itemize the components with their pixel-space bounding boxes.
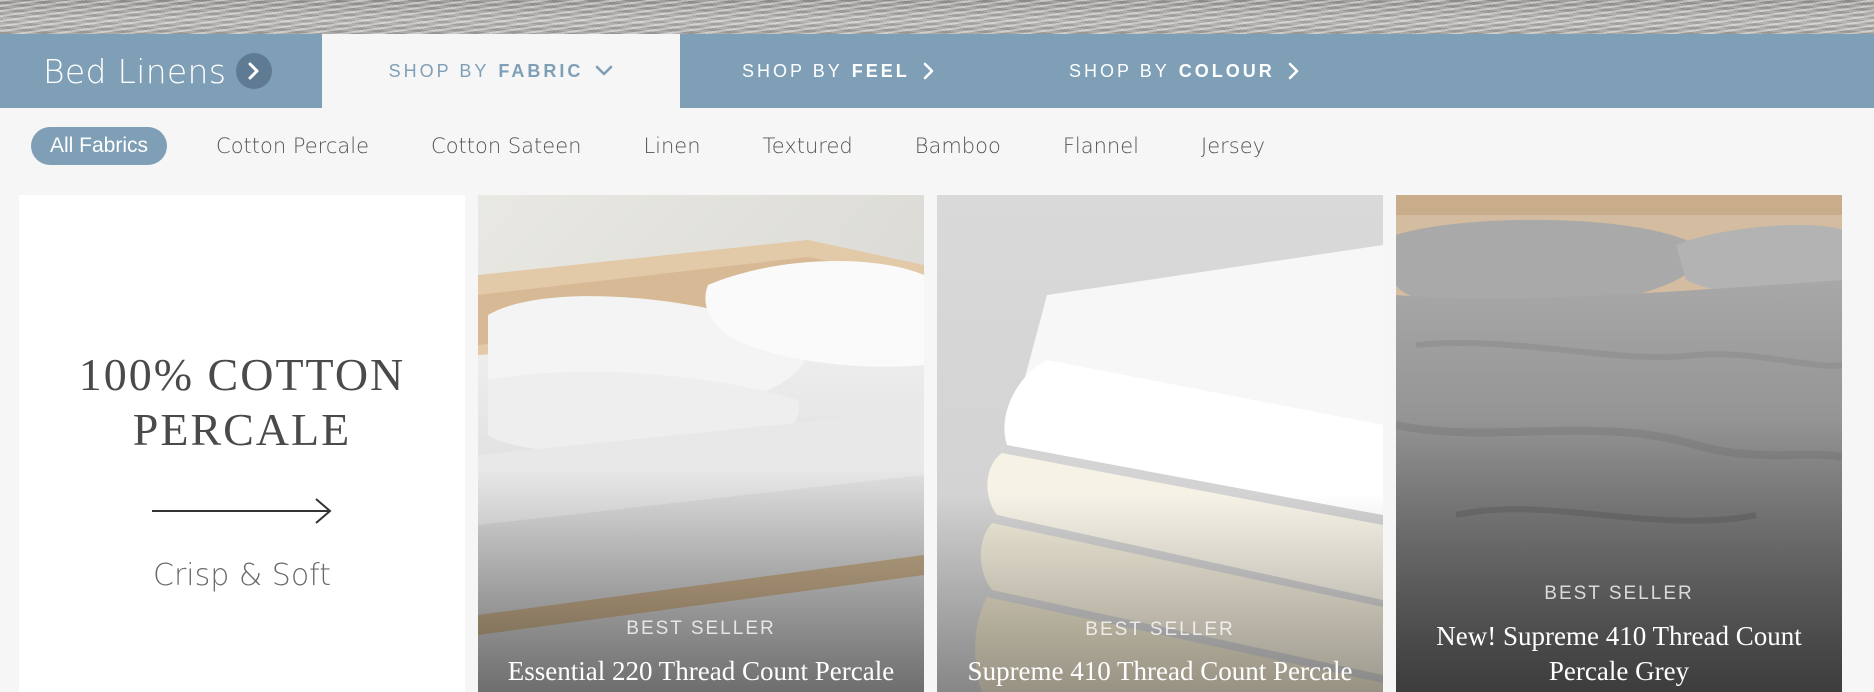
tab-shop-by-fabric[interactable]: SHOP BY FABRIC <box>322 34 680 108</box>
product-card[interactable]: BEST SELLER Essential 220 Thread Count P… <box>478 195 924 692</box>
category-subtitle: Crisp & Soft <box>153 558 331 593</box>
tab-shop-by-feel[interactable]: SHOP BY FEEL <box>742 34 934 108</box>
product-card[interactable]: BEST SELLER New! Supreme 410 Thread Coun… <box>1396 195 1842 692</box>
arrow-right-icon <box>150 495 334 532</box>
tab-prefix: SHOP BY <box>742 60 843 81</box>
chevron-down-icon <box>595 65 613 77</box>
tab-label: COLOUR <box>1178 60 1275 81</box>
best-seller-badge: BEST SELLER <box>1085 619 1235 640</box>
fabric-filter-bar: All Fabrics Cotton Percale Cotton Sateen… <box>31 126 1327 165</box>
product-image <box>937 195 1383 692</box>
filter-textured[interactable]: Textured <box>763 134 853 158</box>
chevron-right-icon <box>1287 62 1299 80</box>
best-seller-badge: BEST SELLER <box>626 618 776 639</box>
filter-bamboo[interactable]: Bamboo <box>915 134 1001 158</box>
product-name: New! Supreme 410 Thread Count Percale Gr… <box>1436 621 1802 686</box>
filter-flannel[interactable]: Flannel <box>1063 134 1139 158</box>
bed-linens-link[interactable]: Bed Linens <box>0 34 322 108</box>
filter-linen[interactable]: Linen <box>643 134 700 158</box>
chevron-right-icon <box>236 53 273 89</box>
tab-prefix: SHOP BY <box>388 60 490 81</box>
category-nav-bar: Bed Linens SHOP BY FABRIC SHOP BY FEEL S… <box>0 34 1874 108</box>
product-image <box>1396 195 1842 692</box>
product-name: Essential 220 Thread Count Percale <box>507 656 895 686</box>
category-intro-card[interactable]: 100% COTTON PERCALE Crisp & Soft <box>19 195 465 692</box>
product-card[interactable]: BEST SELLER Supreme 410 Thread Count Per… <box>937 195 1383 692</box>
best-seller-badge: BEST SELLER <box>1544 583 1694 604</box>
category-title: 100% COTTON PERCALE <box>78 349 406 455</box>
tab-label: FEEL <box>851 60 910 81</box>
tab-prefix: SHOP BY <box>1069 60 1170 81</box>
tab-shop-by-colour[interactable]: SHOP BY COLOUR <box>1069 34 1299 108</box>
filter-cotton-percale[interactable]: Cotton Percale <box>216 134 369 158</box>
header-texture-banner <box>0 0 1874 34</box>
tab-label: FABRIC <box>498 60 584 81</box>
product-name: Supreme 410 Thread Count Percale <box>967 656 1353 686</box>
chevron-right-icon <box>922 62 934 80</box>
filter-jersey[interactable]: Jersey <box>1201 134 1265 158</box>
filter-cotton-sateen[interactable]: Cotton Sateen <box>431 134 581 158</box>
filter-all-fabrics[interactable]: All Fabrics <box>31 126 168 165</box>
brand-label: Bed Linens <box>43 51 227 91</box>
